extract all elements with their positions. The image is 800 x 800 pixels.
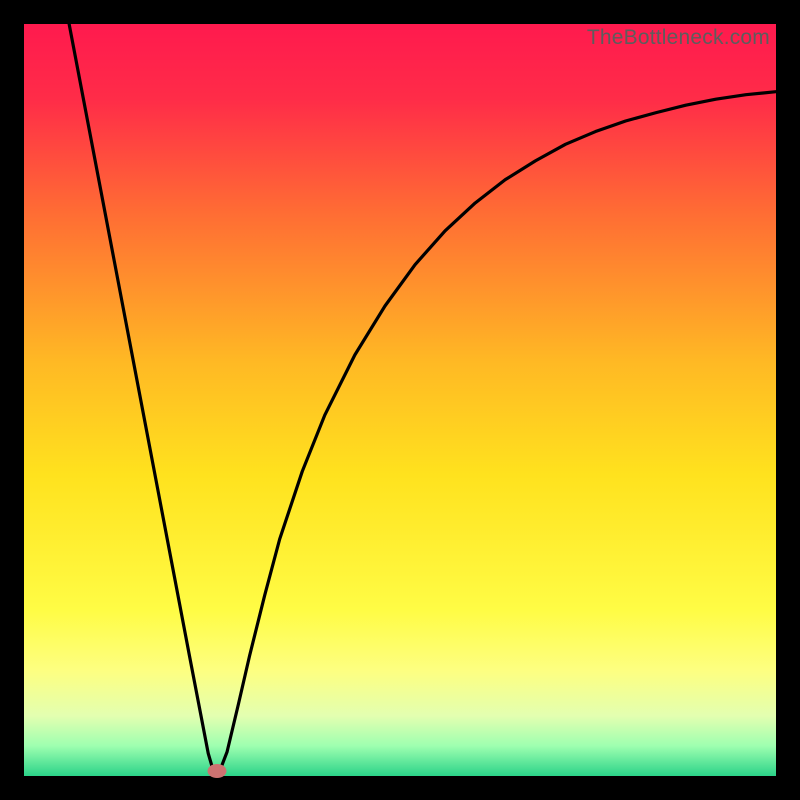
min-point-marker (207, 764, 226, 778)
gradient-plane (24, 24, 776, 776)
chart-svg (24, 24, 776, 776)
chart-frame: TheBottleneck.com (24, 24, 776, 776)
watermark-text: TheBottleneck.com (587, 26, 770, 50)
